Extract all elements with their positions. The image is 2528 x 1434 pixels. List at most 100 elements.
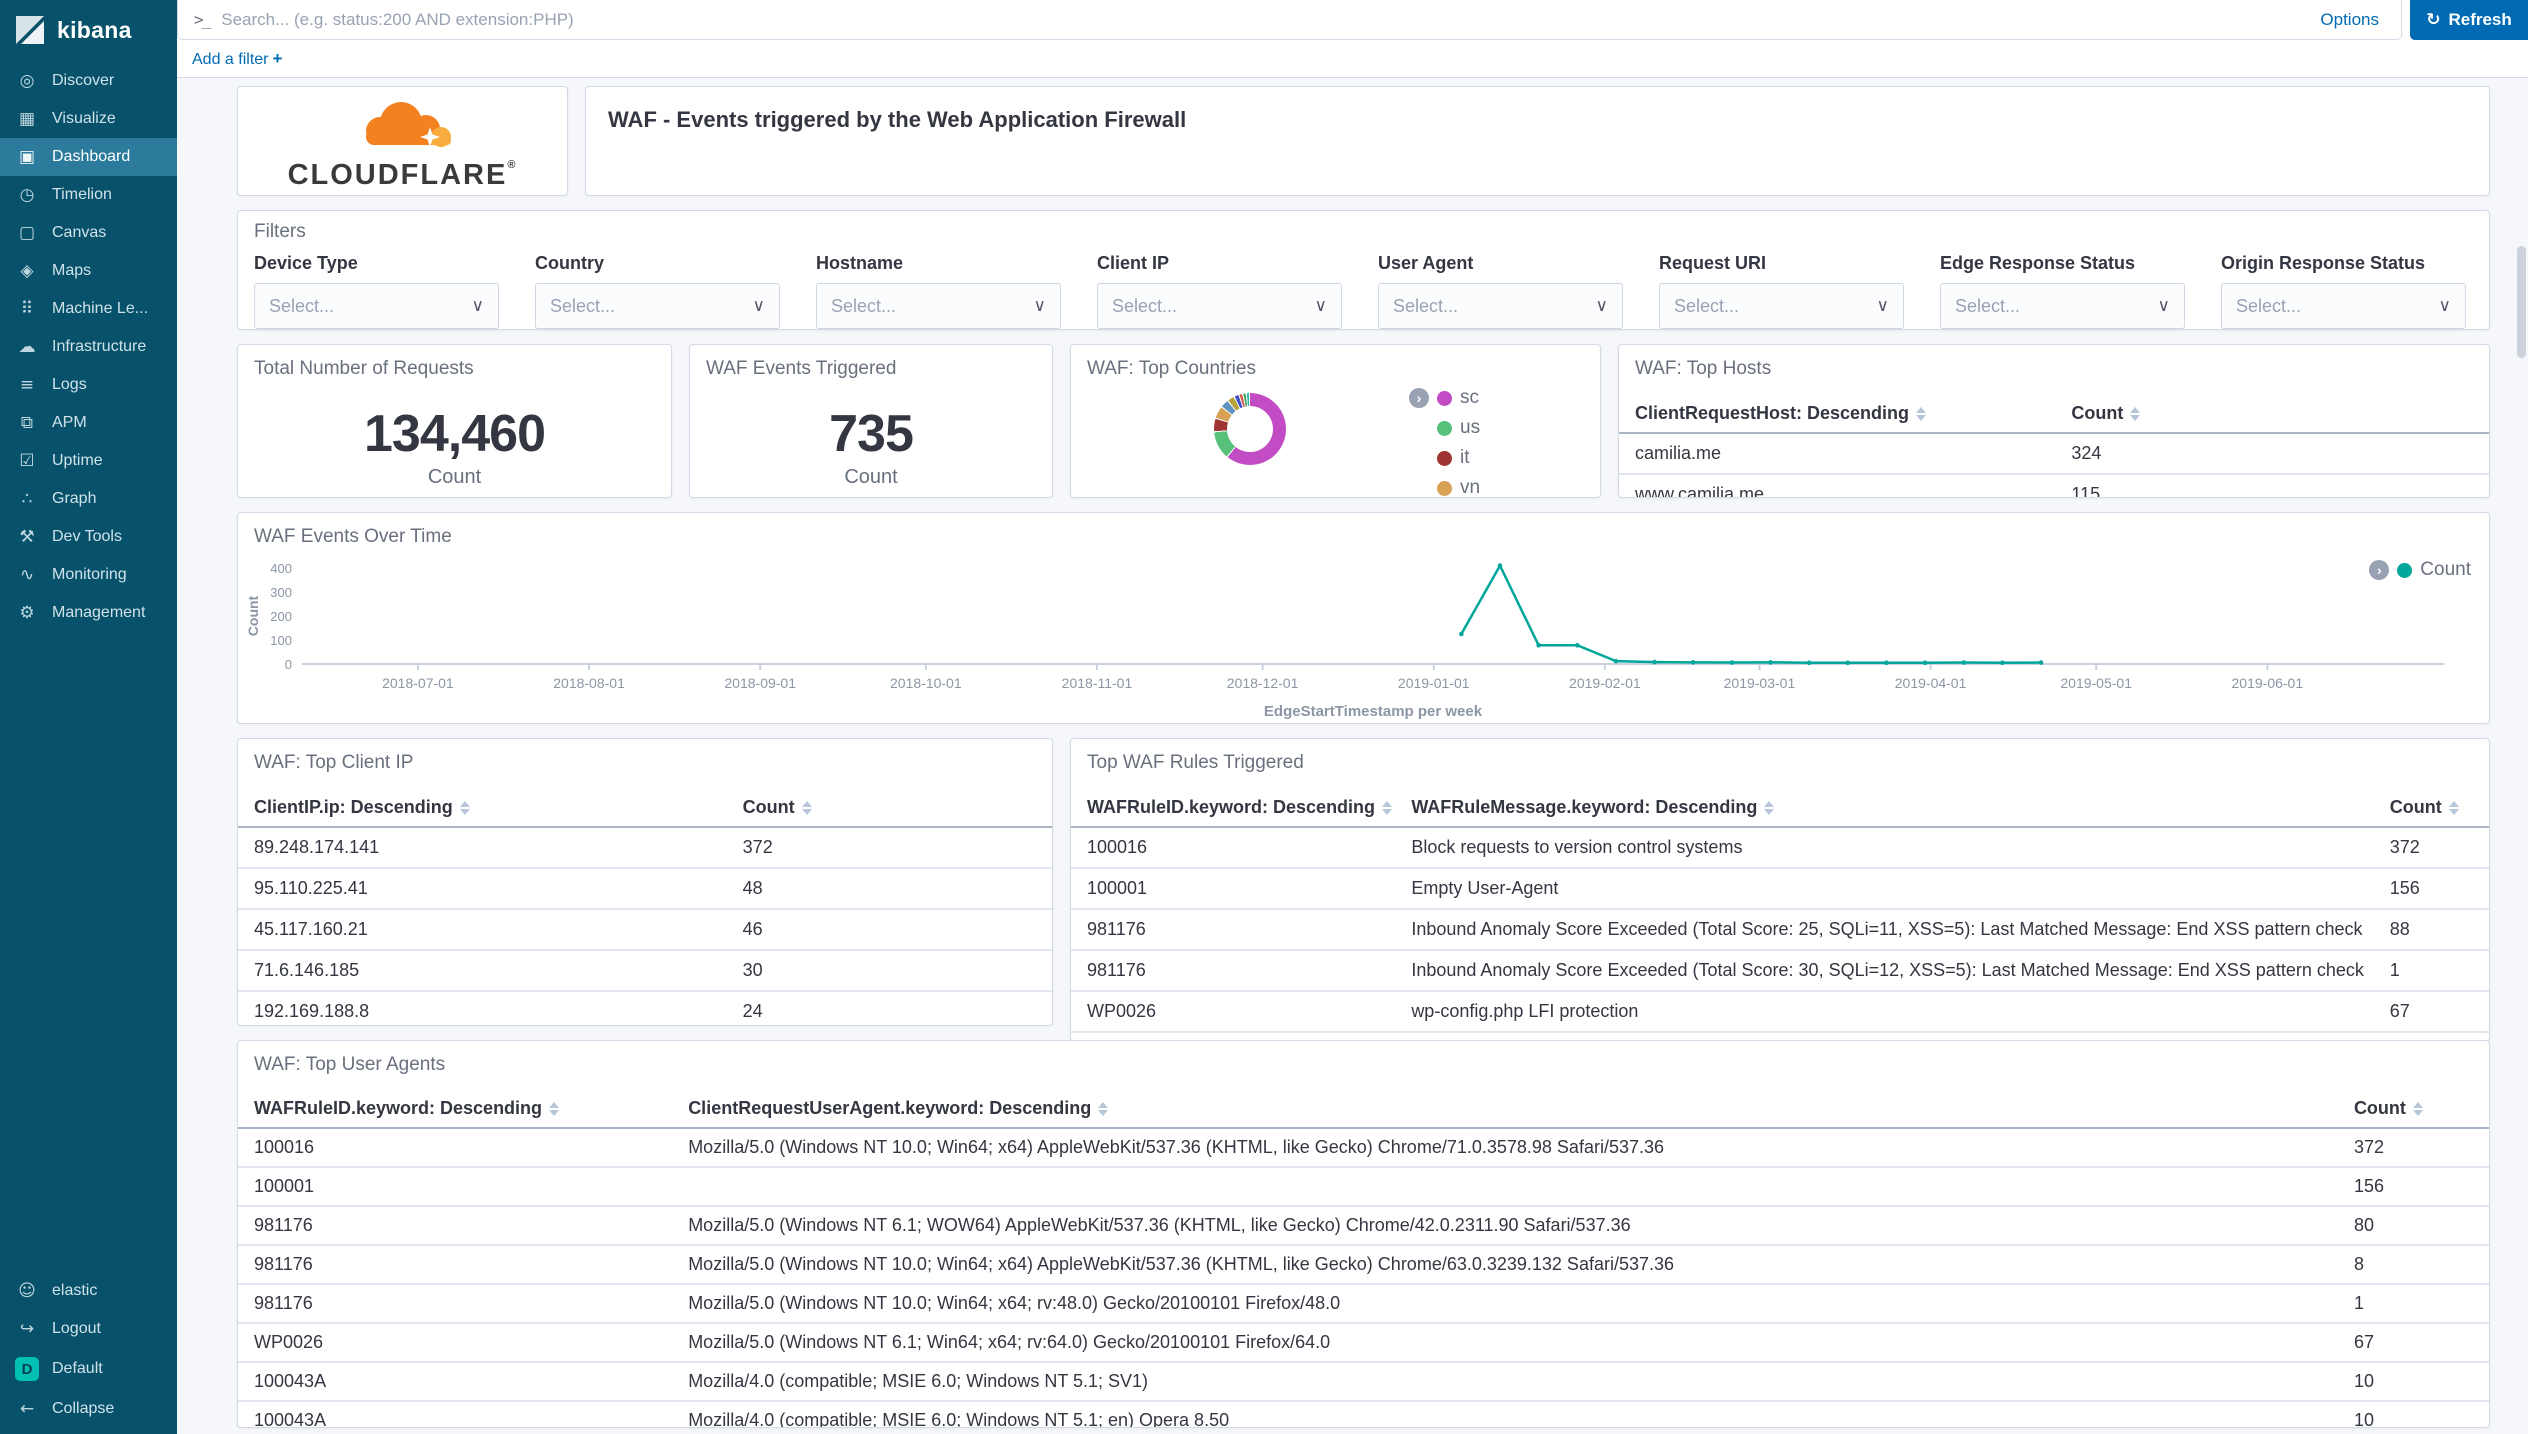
sidebar-item-discover[interactable]: ◎Discover xyxy=(0,62,177,100)
sort-icon[interactable] xyxy=(2413,1102,2423,1116)
svg-text:2019-04-01: 2019-04-01 xyxy=(1895,675,1967,691)
kibana-logo-row[interactable]: kibana xyxy=(0,0,177,62)
panel-title: Top WAF Rules Triggered xyxy=(1071,739,2489,774)
sidebar-item-label: Machine Le... xyxy=(52,300,148,318)
metric-count-label: Count xyxy=(690,466,1052,489)
cloud-icon: ☁ xyxy=(15,337,39,357)
sidebar-item-label: Visualize xyxy=(52,110,116,128)
column-header[interactable]: Count xyxy=(2071,394,2489,433)
refresh-button[interactable]: ↻ Refresh xyxy=(2410,0,2528,40)
table-row: 981176Inbound Anomaly Score Exceeded (To… xyxy=(1071,909,2489,950)
legend-item-vn[interactable]: vn xyxy=(1437,477,1480,498)
sidebar-item-dashboard[interactable]: ▣Dashboard xyxy=(0,138,177,176)
dashboard-icon: ▣ xyxy=(15,147,39,167)
sort-icon[interactable] xyxy=(802,801,812,815)
sort-icon[interactable] xyxy=(2449,801,2459,815)
sidebar-item-default-space[interactable]: DDefault xyxy=(0,1348,177,1390)
column-header[interactable]: WAFRuleID.keyword: Descending xyxy=(1071,788,1411,827)
filter-edge-response-status: Edge Response Status Select...∨ xyxy=(1940,253,2185,329)
panel-title: WAF: Top Client IP xyxy=(238,739,1052,774)
sort-icon[interactable] xyxy=(1916,407,1926,421)
sidebar-item-management[interactable]: ⚙Management xyxy=(0,594,177,632)
graph-nodes-icon: ∴ xyxy=(15,489,39,509)
countries-donut-chart[interactable] xyxy=(1214,393,1286,465)
column-header[interactable]: WAFRuleMessage.keyword: Descending xyxy=(1411,788,2389,827)
sort-icon[interactable] xyxy=(549,1102,559,1116)
sidebar-item-uptime[interactable]: ☑Uptime xyxy=(0,442,177,480)
user-agent-select[interactable]: Select...∨ xyxy=(1378,283,1623,329)
panel-top-client-ip: WAF: Top Client IP ClientIP.ip: Descendi… xyxy=(237,738,1053,1026)
ml-icon: ⠿ xyxy=(15,299,39,319)
column-header[interactable]: ClientRequestHost: Descending xyxy=(1619,394,2071,433)
legend-item-sc[interactable]: › sc xyxy=(1409,387,1480,409)
events-line-chart: 01002003004002018-07-012018-08-012018-09… xyxy=(244,547,2484,723)
sidebar-item-monitoring[interactable]: ∿Monitoring xyxy=(0,556,177,594)
sidebar-item-maps[interactable]: ◈Maps xyxy=(0,252,177,290)
svg-text:Count: Count xyxy=(245,595,261,636)
chevron-down-icon: ∨ xyxy=(1596,296,1608,316)
country-select[interactable]: Select...∨ xyxy=(535,283,780,329)
sort-icon[interactable] xyxy=(1382,801,1392,815)
sidebar-item-infrastructure[interactable]: ☁Infrastructure xyxy=(0,328,177,366)
panel-dashboard-title: WAF - Events triggered by the Web Applic… xyxy=(585,86,2490,196)
options-button[interactable]: Options xyxy=(2300,10,2399,30)
edge-response-status-select[interactable]: Select...∨ xyxy=(1940,283,2185,329)
user-icon: ☺ xyxy=(15,1281,39,1301)
sidebar-item-collapse[interactable]: ← Collapse xyxy=(0,1390,177,1428)
svg-text:EdgeStartTimestamp per week: EdgeStartTimestamp per week xyxy=(1264,703,1483,720)
sidebar-item-timelion[interactable]: ◷Timelion xyxy=(0,176,177,214)
plus-icon: + xyxy=(272,49,282,68)
client-ip-select[interactable]: Select...∨ xyxy=(1097,283,1342,329)
sidebar-item-machine-learning[interactable]: ⠿ Machine Le... xyxy=(0,290,177,328)
sidebar-item-canvas[interactable]: ▢Canvas xyxy=(0,214,177,252)
origin-response-status-select[interactable]: Select...∨ xyxy=(2221,283,2466,329)
sort-icon[interactable] xyxy=(1764,801,1774,815)
sort-icon[interactable] xyxy=(460,801,470,815)
console-prompt-icon: >_ xyxy=(194,10,209,29)
column-header[interactable]: Count xyxy=(743,788,1052,827)
sidebar-item-graph[interactable]: ∴Graph xyxy=(0,480,177,518)
legend-item-it[interactable]: it xyxy=(1437,447,1480,469)
table-row: 100016Block requests to version control … xyxy=(1071,827,2489,868)
add-filter-link[interactable]: Add a filter+ xyxy=(192,49,282,69)
sidebar-item-label: Collapse xyxy=(52,1400,114,1418)
panel-title: WAF Events Triggered xyxy=(690,345,1052,380)
chevron-down-icon: ∨ xyxy=(2158,296,2170,316)
svg-text:2019-01-01: 2019-01-01 xyxy=(1398,675,1470,691)
gear-icon: ⚙ xyxy=(15,603,39,623)
sidebar-item-dev-tools[interactable]: ⚒Dev Tools xyxy=(0,518,177,556)
legend-item-us[interactable]: us xyxy=(1437,417,1480,439)
panel-total-requests: Total Number of Requests 134,460 Count xyxy=(237,344,672,498)
waf-events-value: 735 xyxy=(690,404,1052,464)
column-header[interactable]: Count xyxy=(2354,1090,2489,1128)
table-row: 100001Empty User-Agent156 xyxy=(1071,868,2489,909)
svg-text:2018-08-01: 2018-08-01 xyxy=(553,675,625,691)
search-input[interactable] xyxy=(221,10,2288,30)
top-query-bar: >_ Options ↻ Refresh xyxy=(177,0,2528,40)
collapse-arrow-icon: ← xyxy=(15,1399,39,1419)
bar-chart-icon: ▦ xyxy=(15,109,39,129)
column-header[interactable]: ClientRequestUserAgent.keyword: Descendi… xyxy=(688,1090,2354,1128)
sort-icon[interactable] xyxy=(2130,407,2140,421)
sidebar-item-logs[interactable]: ≡Logs xyxy=(0,366,177,404)
sidebar-item-visualize[interactable]: ▦ Visualize xyxy=(0,100,177,138)
donut-hole xyxy=(1227,406,1273,452)
request-uri-select[interactable]: Select...∨ xyxy=(1659,283,1904,329)
sidebar-item-logout[interactable]: ↪Logout xyxy=(0,1310,177,1348)
refresh-icon: ↻ xyxy=(2426,10,2440,30)
sidebar-item-elastic-user[interactable]: ☺elastic xyxy=(0,1272,177,1310)
page-scrollbar-thumb[interactable] xyxy=(2517,246,2526,358)
column-header[interactable]: ClientIP.ip: Descending xyxy=(238,788,743,827)
chevron-down-icon: ∨ xyxy=(1315,296,1327,316)
sidebar-item-apm[interactable]: ⧉APM xyxy=(0,404,177,442)
clock-icon: ◷ xyxy=(15,185,39,205)
legend-expand-icon[interactable]: › xyxy=(1409,388,1429,408)
column-header[interactable]: Count xyxy=(2390,788,2489,827)
device-type-select[interactable]: Select...∨ xyxy=(254,283,499,329)
table-row: 89.248.174.141372 xyxy=(238,827,1052,868)
svg-text:300: 300 xyxy=(270,585,292,600)
sort-icon[interactable] xyxy=(1098,1102,1108,1116)
hostname-select[interactable]: Select...∨ xyxy=(816,283,1061,329)
column-header[interactable]: WAFRuleID.keyword: Descending xyxy=(238,1090,688,1128)
sidebar-item-label: Uptime xyxy=(52,452,103,470)
